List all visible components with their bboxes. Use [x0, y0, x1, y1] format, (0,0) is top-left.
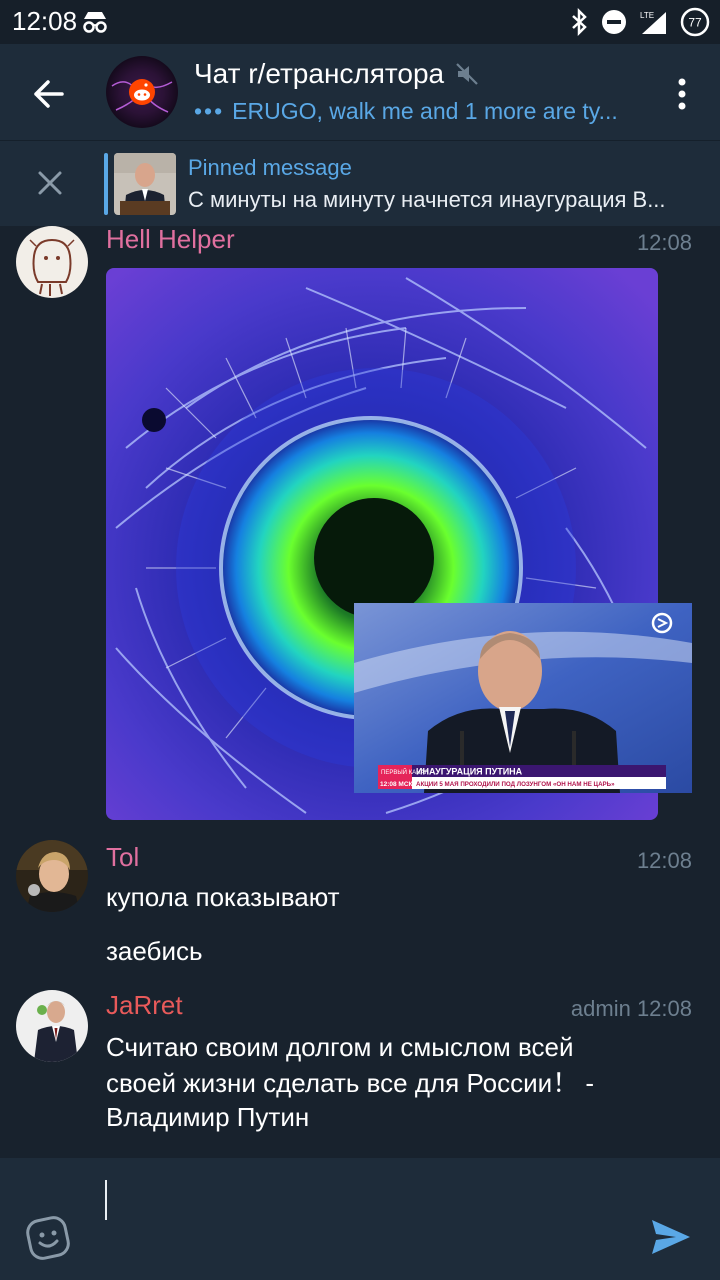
pinned-text: С минуты на минуту начнется инаугурация … [188, 187, 666, 212]
message-text: купола показывают [106, 882, 340, 912]
message-time: 12:08 [636, 230, 692, 255]
svg-text:LTE: LTE [640, 11, 654, 20]
message-author[interactable]: JaRret [106, 990, 183, 1021]
message-input[interactable] [112, 1180, 612, 1220]
typing-dots: ••• [194, 98, 225, 124]
dnd-icon [602, 10, 626, 34]
svg-text:ИНАУГУРАЦИЯ ПУТИНА: ИНАУГУРАЦИЯ ПУТИНА [416, 767, 523, 777]
svg-text:77: 77 [688, 16, 702, 30]
status-bar: 12:08 LTE 77 [0, 0, 720, 44]
status-time: 12:08 [12, 6, 78, 36]
message-text: Считаю своим долгом и смыслом всей [106, 1032, 574, 1062]
emoji-icon[interactable] [24, 1214, 72, 1262]
chat-title-text: Чат r/етранслятора [194, 58, 445, 89]
send-icon[interactable] [648, 1214, 694, 1260]
mute-icon [456, 63, 478, 85]
typing-status-text: ERUGO, walk me and 1 more are ty... [232, 98, 618, 124]
avatar-tol[interactable] [16, 840, 88, 912]
close-icon[interactable] [32, 165, 68, 201]
svg-text:12:08 МСК: 12:08 МСК [380, 781, 413, 788]
message-author[interactable]: Hell Helper [106, 224, 235, 255]
message-composer [0, 1158, 720, 1280]
more-vertical-icon[interactable] [670, 74, 694, 114]
pinned-message-bar[interactable]: Pinned message С минуты на минуту начнет… [0, 140, 720, 226]
svg-text:АКЦИИ 5 МАЯ ПРОХОДИЛИ ПОД ЛОЗУ: АКЦИИ 5 МАЯ ПРОХОДИЛИ ПОД ЛОЗУНГОМ «ОН Н… [416, 781, 615, 788]
signal-icon: LTE [640, 11, 666, 34]
message-text: своей жизни сделать все для России！ - [106, 1068, 595, 1098]
avatar-jarret[interactable] [16, 990, 88, 1062]
chat-title: Чат r/етранслятора [194, 58, 480, 90]
bluetooth-icon [572, 8, 587, 36]
message-author[interactable]: Tol [106, 842, 139, 873]
back-arrow-icon[interactable] [22, 68, 74, 120]
typing-status: ••• ERUGO, walk me and 1 more are ty... [194, 98, 634, 125]
message-time: 12:08 [636, 848, 692, 873]
admin-badge-time: admin 12:08 [570, 996, 692, 1021]
chat-avatar[interactable] [106, 56, 178, 128]
battery-icon: 77 [680, 7, 710, 37]
text-cursor [105, 1180, 107, 1220]
chat-header: Чат r/етранслятора ••• ERUGO, walk me and… [0, 44, 720, 140]
avatar-hell-helper[interactable] [16, 226, 88, 298]
message-text: заебись [106, 936, 203, 966]
pinned-thumbnail [114, 153, 176, 215]
message-text: Владимир Путин [106, 1102, 310, 1132]
pinned-title: Pinned message [188, 155, 352, 180]
incognito-icon [83, 12, 107, 33]
pinned-accent-bar [104, 153, 108, 215]
pip-video-player[interactable]: ПЕРВЫЙ КАНАЛ ИНАУГУРАЦИЯ ПУТИНА 12:08 МС… [354, 603, 692, 793]
